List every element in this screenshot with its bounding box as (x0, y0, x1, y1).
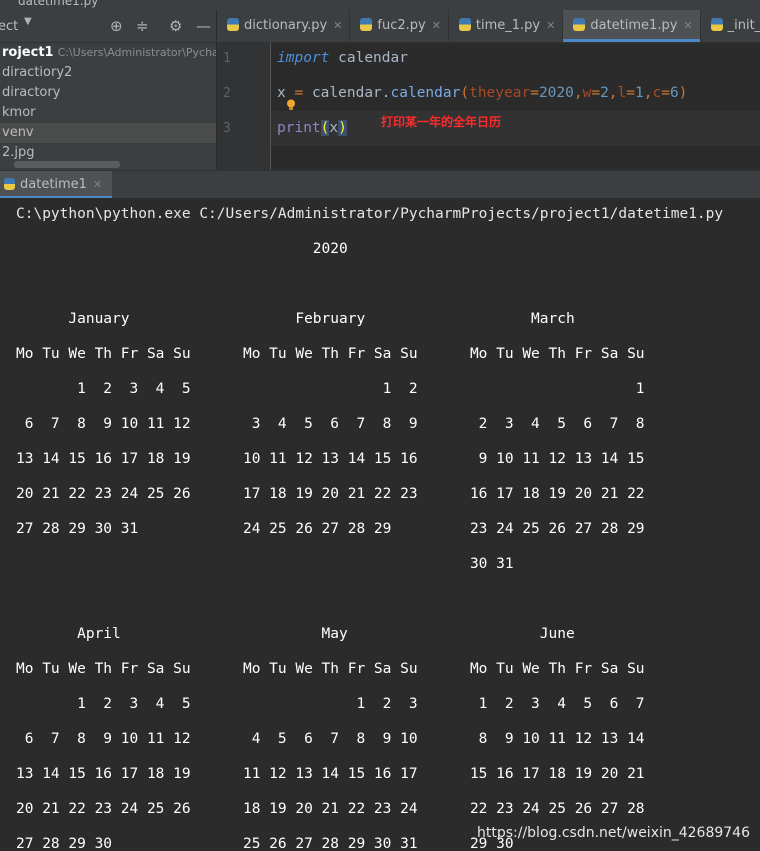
console-output-line: 13 14 15 16 17 18 19 11 12 13 14 15 16 1… (16, 766, 645, 782)
console-output-line: Mo Tu We Th Fr Sa Su Mo Tu We Th Fr Sa S… (16, 346, 645, 362)
tree-item-folder[interactable]: kmor (0, 103, 216, 123)
run-console-output[interactable]: C:\python\python.exe C:/Users/Administra… (0, 198, 760, 851)
tree-item-project-root[interactable]: roject1 C:\Users\Administrator\Pycharr (0, 43, 216, 63)
tree-item-path: C:\Users\Administrator\Pycharr (57, 46, 216, 59)
param-token: theyear (469, 85, 531, 101)
code-line-1: import calendar (277, 50, 408, 66)
close-icon[interactable]: ✕ (333, 19, 342, 32)
tree-item-file[interactable]: 2.jpg (0, 143, 216, 163)
tree-item-label: 2.jpg (2, 145, 35, 160)
line-number: 3 (223, 121, 231, 136)
editor-tab-bar: dictionary.py ✕ fuc2.py ✕ time_1.py ✕ datet… (217, 10, 760, 43)
line-number-gutter: 1 2 3 (217, 43, 271, 170)
tree-item-folder-selected[interactable]: venv (0, 123, 216, 143)
gear-icon[interactable]: ⚙ (169, 17, 182, 35)
console-output-line: Mo Tu We Th Fr Sa Su Mo Tu We Th Fr Sa S… (16, 661, 645, 677)
number-token: 2020 (538, 85, 574, 101)
console-output-line: 27 28 29 30 25 26 27 28 29 30 31 29 30 (16, 836, 514, 851)
variable-token: x (329, 120, 339, 136)
line-number: 1 (223, 51, 231, 66)
console-output-line: 20 21 22 23 24 25 26 17 18 19 20 21 22 2… (16, 486, 645, 502)
param-token: c (652, 85, 662, 101)
module-token: calendar (338, 50, 408, 66)
tree-item-folder[interactable]: diractory (0, 83, 216, 103)
tab-label: datetime1.py (590, 18, 678, 33)
tab-datetime1[interactable]: datetime1.py ✕ (563, 10, 701, 42)
tab-label: datetime1 (20, 177, 87, 192)
python-file-icon (360, 18, 373, 31)
tree-item-label: diractiory2 (2, 65, 73, 80)
tab-dictionary[interactable]: dictionary.py ✕ (217, 10, 351, 42)
tab-label: _init_.py (727, 18, 760, 33)
tab-label: dictionary.py (244, 18, 328, 33)
number-token: 6 (669, 85, 679, 101)
builtin-token: print (277, 120, 321, 136)
console-output-line: 1 2 3 4 5 1 2 3 1 2 3 4 5 6 7 (16, 696, 645, 712)
chevron-down-icon[interactable]: ▼ (24, 16, 32, 27)
tab-fuc2[interactable]: fuc2.py ✕ (350, 10, 449, 42)
python-file-icon (458, 18, 471, 31)
python-file-icon (573, 18, 586, 31)
code-line-2: x = calendar.calendar(theyear=2020,w=2,l… (277, 85, 688, 101)
paren-token: ) (678, 85, 688, 101)
project-panel-header: ect ▼ ⊕ ≑ ⚙ — (0, 10, 216, 43)
console-output-line: 27 28 29 30 31 24 25 26 27 28 29 23 24 2… (16, 521, 645, 537)
param-token: l (617, 85, 627, 101)
watermark-text: https://blog.csdn.net/weixin_42689746 (476, 825, 750, 841)
matched-paren-token: ) (338, 120, 347, 136)
project-view-selector[interactable]: ect (0, 19, 18, 34)
project-panel: ect ▼ ⊕ ≑ ⚙ — roject1 C:\Users\Administra… (0, 10, 216, 170)
tab-run-datetime1[interactable]: datetime1 ✕ (0, 171, 113, 198)
python-file-icon (710, 18, 723, 31)
tree-item-folder[interactable]: diractiory2 (0, 63, 216, 83)
variable-token: x (277, 85, 286, 101)
hide-panel-icon[interactable]: — (196, 17, 211, 35)
locate-target-icon[interactable]: ⊕ (110, 17, 123, 35)
lightbulb-icon[interactable] (286, 99, 296, 111)
annotation-text: 打印某一年的全年日历 (381, 115, 502, 129)
console-output-line: April May June (16, 626, 575, 642)
function-token: calendar (390, 85, 461, 101)
number-token: 2 (600, 85, 609, 101)
keyword-token: import (277, 50, 330, 66)
code-editor[interactable]: 1 2 3 import calendar x = calendar.calen… (217, 43, 760, 170)
run-panel-header: datetime1 ✕ (0, 170, 760, 199)
project-tree: roject1 C:\Users\Administrator\Pycharr di… (0, 43, 216, 163)
close-icon[interactable]: ✕ (683, 19, 692, 32)
tab-label: time_1.py (475, 18, 541, 33)
window-title: datetime1.py (18, 0, 99, 8)
python-file-icon (4, 178, 15, 190)
console-output-line: 1 2 3 4 5 1 2 1 (16, 381, 645, 397)
close-icon[interactable]: ✕ (546, 19, 555, 32)
console-command-line: C:\python\python.exe C:/Users/Administra… (16, 206, 724, 222)
python-file-icon (227, 18, 239, 31)
module-token: calendar. (311, 85, 391, 101)
console-output-line: 30 31 (16, 556, 514, 572)
console-output-line: 6 7 8 9 10 11 12 3 4 5 6 7 8 9 2 3 4 5 6… (16, 416, 645, 432)
tree-item-label: roject1 (2, 45, 54, 60)
console-output-line: 13 14 15 16 17 18 19 10 11 12 13 14 15 1… (16, 451, 645, 467)
tab-time-1[interactable]: time_1.py ✕ (449, 10, 564, 42)
line-number: 2 (223, 86, 231, 101)
horizontal-scrollbar[interactable] (14, 161, 120, 168)
close-icon[interactable]: ✕ (93, 178, 102, 191)
console-output-line: 6 7 8 9 10 11 12 4 5 6 7 8 9 10 8 9 10 1… (16, 731, 645, 747)
tree-item-label: kmor (2, 105, 36, 120)
collapse-all-icon[interactable]: ≑ (136, 17, 149, 35)
console-output-line: January February March (16, 311, 575, 327)
tab-init[interactable]: _init_.py✕ (701, 10, 760, 42)
console-output-line: 20 21 22 23 24 25 26 18 19 20 21 22 23 2… (16, 801, 645, 817)
tree-item-label: venv (2, 125, 34, 140)
number-token: 1 (635, 85, 644, 101)
code-line-3: print(x) (277, 120, 347, 136)
console-year-line: 2020 (16, 241, 348, 257)
tree-item-label: diractory (2, 85, 61, 100)
tab-label: fuc2.py (377, 18, 426, 33)
paren-token: ( (460, 85, 470, 101)
close-icon[interactable]: ✕ (432, 19, 441, 32)
